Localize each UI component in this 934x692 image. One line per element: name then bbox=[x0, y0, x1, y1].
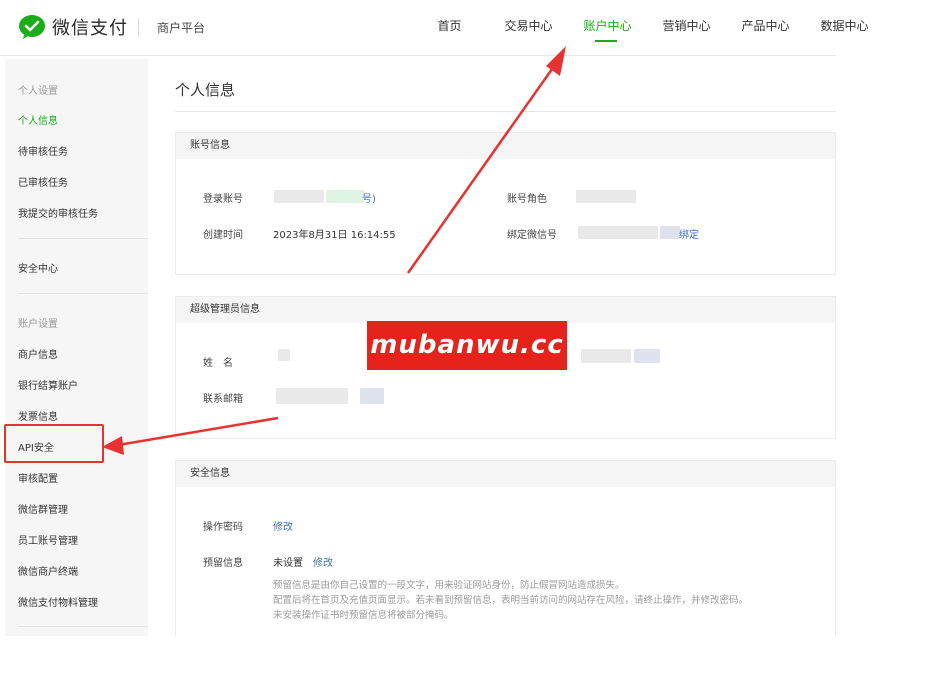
page-title: 个人信息 bbox=[175, 81, 236, 99]
login-account-suffix: 号) bbox=[362, 194, 376, 205]
sidebar: 个人设置 个人信息 待审核任务 已审核任务 我提交的审核任务 安全中心 账户设置… bbox=[5, 59, 148, 636]
api-security-highlight bbox=[4, 424, 104, 463]
sidebar-item-staff-accounts[interactable]: 员工账号管理 bbox=[18, 532, 78, 547]
bound-wechat-redacted bbox=[660, 226, 680, 239]
login-account-redacted bbox=[326, 190, 364, 203]
sidebar-divider bbox=[18, 293, 148, 294]
main-nav: 首页 交易中心 账户中心 营销中心 产品中心 数据中心 bbox=[410, 0, 884, 56]
admin-name-label: 姓 名 bbox=[203, 358, 233, 369]
nav-account-center[interactable]: 账户中心 bbox=[568, 0, 647, 56]
account-info-panel: 账号信息 登录账号 号) 账号角色 创建时间 2023年8月31日 16:14:… bbox=[175, 132, 836, 275]
bound-wechat-label: 绑定微信号 bbox=[507, 230, 557, 241]
modify-password-link[interactable]: 修改 bbox=[273, 518, 293, 533]
sidebar-item-bank-settlement[interactable]: 银行结算账户 bbox=[18, 377, 78, 392]
account-role-label: 账号角色 bbox=[507, 194, 547, 205]
header-divider bbox=[138, 18, 139, 36]
top-header: 微信支付 商户平台 首页 交易中心 账户中心 营销中心 产品中心 数据中心 bbox=[0, 0, 869, 56]
sidebar-item-invoice-info[interactable]: 发票信息 bbox=[18, 408, 58, 423]
admin-name-redacted bbox=[581, 349, 631, 363]
sidebar-group-account-settings: 账户设置 bbox=[18, 319, 58, 330]
platform-name: 商户平台 bbox=[157, 21, 206, 35]
security-info-title: 安全信息 bbox=[176, 461, 835, 487]
screen: 微信支付 商户平台 首页 交易中心 账户中心 营销中心 产品中心 数据中心 个人… bbox=[0, 0, 934, 692]
reserved-info-value: 未设置 bbox=[273, 558, 303, 569]
admin-name-redacted bbox=[634, 349, 660, 363]
sidebar-item-review-config[interactable]: 审核配置 bbox=[18, 470, 58, 485]
login-account-redacted bbox=[274, 190, 324, 203]
sidebar-item-materials[interactable]: 微信支付物料管理 bbox=[18, 594, 98, 609]
wechat-pay-logo-icon bbox=[19, 15, 45, 39]
sidebar-item-my-submitted[interactable]: 我提交的审核任务 bbox=[18, 205, 98, 220]
created-time-label: 创建时间 bbox=[203, 230, 243, 241]
contact-email-redacted bbox=[360, 388, 384, 404]
sidebar-item-security-center[interactable]: 安全中心 bbox=[18, 260, 58, 275]
super-admin-title: 超级管理员信息 bbox=[176, 297, 835, 323]
wechat-pay-logo[interactable]: 微信支付 bbox=[18, 14, 128, 40]
nav-data-center[interactable]: 数据中心 bbox=[805, 0, 884, 56]
sidebar-divider bbox=[18, 626, 148, 627]
nav-product-center[interactable]: 产品中心 bbox=[726, 0, 805, 56]
sidebar-item-reviewed[interactable]: 已审核任务 bbox=[18, 174, 68, 189]
created-time-value: 2023年8月31日 16:14:55 bbox=[273, 230, 396, 241]
reserved-info-hint-3: 未安装操作证书时预留信息将被部分掩码。 bbox=[273, 610, 454, 621]
nav-home[interactable]: 首页 bbox=[410, 0, 489, 56]
sidebar-group-personal-settings: 个人设置 bbox=[18, 86, 58, 97]
watermark-text: mubanwu.cc bbox=[370, 330, 564, 360]
watermark-banner: mubanwu.cc bbox=[367, 321, 567, 370]
nav-marketing-center[interactable]: 营销中心 bbox=[647, 0, 726, 56]
sidebar-item-merchant-info[interactable]: 商户信息 bbox=[18, 346, 58, 361]
account-info-title: 账号信息 bbox=[176, 133, 835, 159]
account-role-redacted bbox=[576, 190, 636, 203]
reserved-info-hint-2: 配置后将在首页及充值页面显示。若未看到预留信息，表明当前访问的网站存在风险，请终… bbox=[273, 595, 749, 606]
sidebar-item-wechat-group[interactable]: 微信群管理 bbox=[18, 501, 68, 516]
reserved-info-label: 预留信息 bbox=[203, 558, 243, 569]
nav-transaction-center[interactable]: 交易中心 bbox=[489, 0, 568, 56]
sidebar-item-pending-review[interactable]: 待审核任务 bbox=[18, 143, 68, 158]
login-account-label: 登录账号 bbox=[203, 194, 243, 205]
modify-reserved-info-link[interactable]: 修改 bbox=[313, 554, 333, 569]
sidebar-divider bbox=[18, 238, 148, 239]
admin-name-redacted bbox=[278, 349, 290, 361]
contact-email-label: 联系邮箱 bbox=[203, 394, 243, 405]
contact-email-redacted bbox=[276, 388, 348, 404]
security-info-panel: 安全信息 操作密码 修改 预留信息 未设置 修改 预留信息是由你自己设置的一段文… bbox=[175, 460, 836, 636]
brand-name: 微信支付 bbox=[52, 18, 128, 39]
reserved-info-hint-1: 预留信息是由你自己设置的一段文字，用来验证网站身份，防止假冒网站造成损失。 bbox=[273, 580, 625, 591]
sidebar-item-merchant-terminal[interactable]: 微信商户终端 bbox=[18, 563, 78, 578]
sidebar-item-personal-info[interactable]: 个人信息 bbox=[18, 112, 58, 127]
operation-password-label: 操作密码 bbox=[203, 522, 243, 533]
bind-wechat-link[interactable]: 绑定 bbox=[679, 226, 699, 241]
title-divider bbox=[175, 111, 836, 112]
bound-wechat-redacted bbox=[578, 226, 658, 239]
